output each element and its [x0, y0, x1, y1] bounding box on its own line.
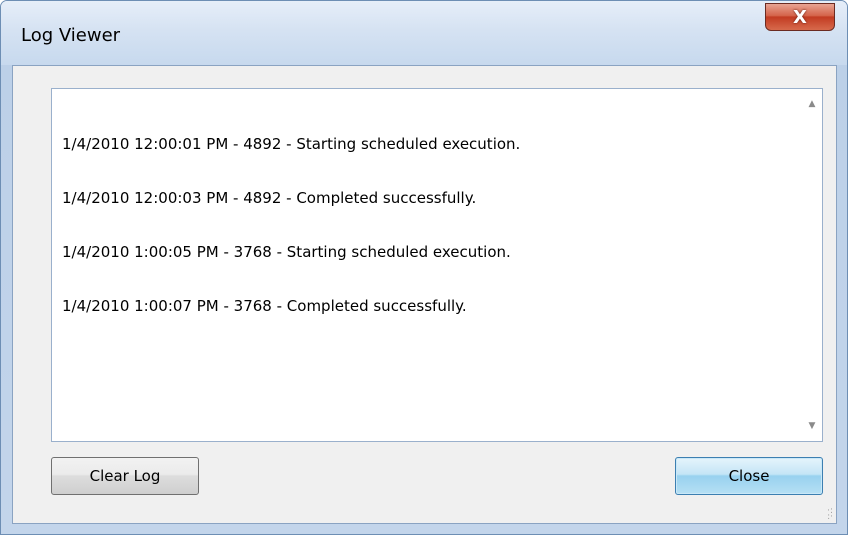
resize-grip-icon[interactable]: ·::· [821, 507, 833, 522]
log-line: 1/4/2010 1:00:07 PM - 3768 - Completed s… [62, 297, 467, 315]
window-title: Log Viewer [21, 25, 121, 46]
dialog-body: 1/4/2010 12:00:01 PM - 4892 - Starting s… [12, 65, 837, 524]
chevron-down-icon[interactable]: ▼ [802, 417, 822, 435]
close-button[interactable]: Close [675, 457, 823, 495]
close-icon: X [793, 6, 807, 28]
clear-log-button[interactable]: Clear Log [51, 457, 199, 495]
vertical-scrollbar[interactable]: ▲ ▼ [802, 89, 822, 441]
log-textbox[interactable]: 1/4/2010 12:00:01 PM - 4892 - Starting s… [51, 88, 823, 442]
log-lines: 1/4/2010 12:00:01 PM - 4892 - Starting s… [62, 99, 792, 351]
log-line: 1/4/2010 12:00:01 PM - 4892 - Starting s… [62, 135, 521, 153]
log-viewer-window: Log Viewer X 1/4/2010 12:00:01 PM - 4892… [0, 0, 848, 535]
window-close-button[interactable]: X [765, 3, 835, 31]
log-line: 1/4/2010 12:00:03 PM - 4892 - Completed … [62, 189, 477, 207]
chevron-up-icon[interactable]: ▲ [802, 95, 822, 113]
log-line: 1/4/2010 1:00:05 PM - 3768 - Starting sc… [62, 243, 511, 261]
title-bar[interactable]: Log Viewer X [1, 1, 847, 65]
